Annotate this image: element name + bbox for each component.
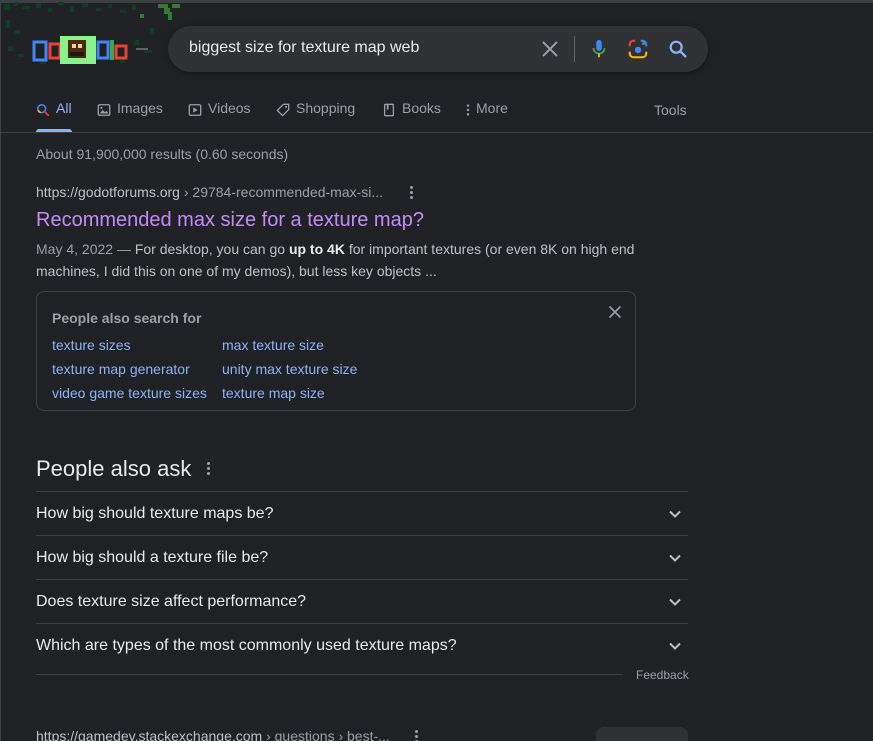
close-icon[interactable]: [608, 305, 622, 319]
tab-shopping[interactable]: Shopping: [276, 100, 355, 132]
related-search-link[interactable]: max texture size: [222, 337, 324, 353]
paa-question[interactable]: How big should texture maps be?: [36, 491, 688, 535]
snippet-text: For desktop, you can go: [134, 241, 289, 257]
paa-question[interactable]: Which are types of the most commonly use…: [36, 623, 688, 667]
search-box-divider: [574, 36, 575, 62]
search-box[interactable]: biggest size for texture map web: [168, 26, 708, 72]
play-icon: [188, 104, 202, 116]
window-left-border: [0, 0, 1, 741]
result-date: May 4, 2022: [36, 241, 114, 257]
result-options-icon[interactable]: [410, 186, 414, 200]
tab-label: Images: [117, 100, 163, 116]
chevron-down-icon: [669, 642, 681, 650]
microphone-icon[interactable]: [588, 37, 610, 61]
tab-books[interactable]: Books: [382, 100, 441, 132]
tab-label: Books: [402, 100, 441, 116]
people-also-search-title: People also search for: [52, 310, 202, 326]
tab-more[interactable]: More: [466, 100, 508, 132]
people-also-search-box: People also search for texture sizes max…: [36, 291, 636, 411]
result-title-link[interactable]: Recommended max size for a texture map?: [36, 209, 424, 232]
book-icon: [383, 103, 395, 117]
paa-question-text: How big should texture maps be?: [36, 505, 274, 522]
paa-question-text: Which are types of the most commonly use…: [36, 637, 457, 654]
related-search-link[interactable]: texture map size: [222, 385, 325, 401]
chevron-down-icon: [669, 554, 681, 562]
google-doodle-logo[interactable]: [0, 0, 190, 72]
result-thumbnail[interactable]: [596, 727, 688, 741]
tools-button[interactable]: Tools: [654, 102, 687, 118]
snippet-bold: up to 4K: [288, 241, 345, 257]
feedback-link[interactable]: Feedback: [636, 668, 689, 682]
kebab-icon: [466, 104, 470, 116]
tab-images[interactable]: Images: [97, 100, 163, 132]
paa-question-text: Does texture size affect performance?: [36, 593, 307, 610]
search-submit-icon[interactable]: [667, 38, 689, 60]
tab-all[interactable]: All: [36, 100, 72, 132]
tab-label: Shopping: [296, 100, 356, 116]
tab-label: All: [56, 100, 72, 116]
clear-search-icon[interactable]: [539, 38, 561, 60]
tab-label: More: [476, 100, 508, 116]
result-dash: —: [113, 241, 135, 257]
result-options-icon[interactable]: [415, 730, 419, 741]
google-lens-icon[interactable]: [627, 38, 649, 60]
paa-question[interactable]: Does texture size affect performance?: [36, 579, 688, 623]
image-icon: [97, 104, 111, 116]
chevron-down-icon: [669, 598, 681, 606]
result-path: › 29784-recommended-max-si...: [179, 184, 384, 200]
related-search-link[interactable]: texture map generator: [52, 361, 190, 377]
search-input[interactable]: biggest size for texture map web: [189, 39, 419, 57]
result-stats: About 91,900,000 results (0.60 seconds): [36, 146, 289, 162]
result-path: › questions › best-...: [262, 728, 390, 741]
result-snippet: May 4, 2022 — For desktop, you can go up…: [36, 238, 646, 282]
related-search-link[interactable]: unity max texture size: [222, 361, 357, 377]
result-site: https://gamedev.stackexchange.com: [36, 728, 263, 741]
people-also-ask-title: People also ask: [36, 456, 192, 481]
result-url[interactable]: https://godotforums.org › 29784-recommen…: [36, 184, 383, 200]
related-search-link[interactable]: texture sizes: [52, 337, 131, 353]
people-also-ask-options-icon[interactable]: [207, 462, 211, 476]
tag-icon: [276, 103, 290, 117]
search-icon: [36, 103, 50, 117]
result-site: https://godotforums.org: [36, 184, 180, 200]
tabs-divider: [0, 132, 873, 133]
paa-bottom-divider: [36, 674, 622, 675]
tab-videos[interactable]: Videos: [188, 100, 251, 132]
tab-label: Videos: [208, 100, 251, 116]
chevron-down-icon: [669, 510, 681, 518]
result-url[interactable]: https://gamedev.stackexchange.com › ques…: [36, 728, 390, 741]
related-search-link[interactable]: video game texture sizes: [52, 385, 207, 401]
paa-question[interactable]: How big should a texture file be?: [36, 535, 688, 579]
paa-question-text: How big should a texture file be?: [36, 549, 269, 566]
